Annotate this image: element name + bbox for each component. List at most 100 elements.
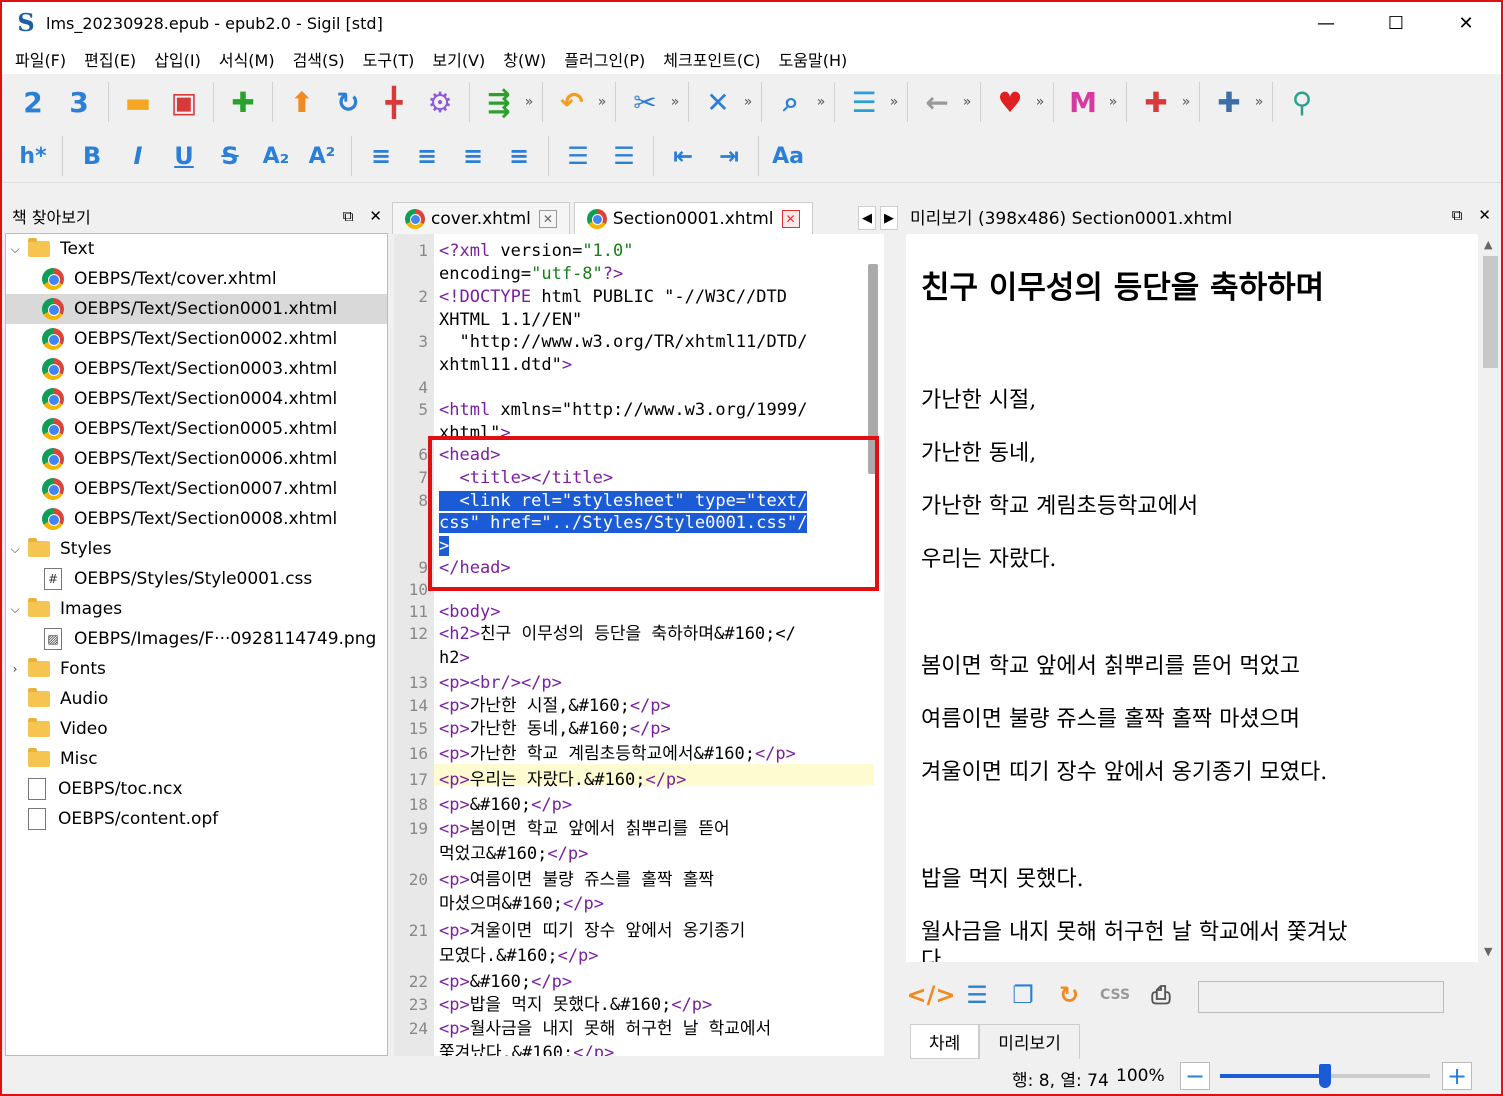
add-icon[interactable]: ✚ [220, 80, 266, 124]
tab-0[interactable]: cover.xhtml ✕ [392, 202, 570, 234]
code-line[interactable]: 쫓겨났다.&#160;</p> [439, 1042, 614, 1056]
code-line[interactable]: <h2>친구 이무성의 등단을 축하하며&#160;</ [439, 623, 796, 645]
split-icon[interactable]: ⇶ [476, 80, 522, 124]
tree-item[interactable]: OEBPS/Text/Section0007.xhtml [6, 474, 387, 504]
chevron-down-icon[interactable]: ⌵ [6, 542, 24, 557]
tree-item[interactable]: OEBPS/Text/Section0001.xhtml [6, 294, 387, 324]
refresh-icon[interactable]: ↻ [325, 80, 371, 124]
code-line[interactable]: <p><br/></p> [439, 672, 562, 694]
code-line[interactable]: "http://www.w3.org/TR/xhtml11/DTD/ [439, 331, 807, 353]
overflow-icon[interactable]: » [814, 94, 828, 110]
overflow-icon[interactable]: » [1106, 94, 1120, 110]
indent-icon[interactable]: ⇥ [706, 134, 752, 178]
numbered-list-icon[interactable]: ☰ [601, 134, 647, 178]
tree-item[interactable]: ⌵ Styles [6, 534, 387, 564]
tree-item[interactable]: OEBPS/Text/cover.xhtml [6, 264, 387, 294]
code-line[interactable]: <p>봄이면 학교 앞에서 칡뿌리를 뜯어 [439, 818, 730, 840]
menu-item-6[interactable]: 보기(V) [423, 47, 494, 71]
scissors-icon[interactable]: ✂ [622, 80, 668, 124]
save-icon[interactable]: ▣ [161, 80, 207, 124]
subscript-icon[interactable]: A₂ [253, 134, 299, 178]
chevron-down-icon[interactable]: ⌵ [6, 242, 24, 257]
align-right-icon[interactable]: ≡ [450, 134, 496, 178]
tree-item[interactable]: ⌵ Images [6, 594, 387, 624]
menu-item-9[interactable]: 체크포인트(C) [654, 47, 769, 71]
code-line[interactable]: encoding="utf-8"?> [439, 263, 623, 285]
strikethrough-icon[interactable]: S [207, 134, 253, 178]
align-left-icon[interactable]: ≡ [358, 134, 404, 178]
tree-item[interactable]: OEBPS/Text/Section0006.xhtml [6, 444, 387, 474]
overflow-icon[interactable]: » [960, 94, 974, 110]
code-line[interactable]: 마셨으며&#160;</p> [439, 893, 604, 915]
overflow-icon[interactable]: » [1252, 94, 1266, 110]
tree-item[interactable]: ▨ OEBPS/Images/F···0928114749.png [6, 624, 387, 654]
code-line[interactable]: <!DOCTYPE html PUBLIC "-//W3C//DTD [439, 286, 787, 308]
preview-inspect-field[interactable] [1198, 981, 1444, 1013]
code-line[interactable]: <p>&#160;</p> [439, 794, 572, 816]
tab-preview[interactable]: 미리보기 [979, 1024, 1080, 1059]
code-line[interactable]: XHTML 1.1//EN" [439, 309, 582, 331]
menu-item-0[interactable]: 파일(F) [6, 47, 75, 71]
code-line[interactable]: h2> [439, 647, 470, 669]
gear-icon[interactable]: ⚙ [417, 80, 463, 124]
zoom-slider-handle[interactable] [1319, 1064, 1331, 1088]
scroll-thumb[interactable] [1483, 256, 1498, 368]
scroll-up-icon[interactable]: ▲ [1484, 238, 1492, 251]
tree-item[interactable]: Audio [6, 684, 387, 714]
minimize-button[interactable]: — [1291, 2, 1361, 44]
code-line[interactable]: <p>월사금을 내지 못해 허구헌 날 학교에서 [439, 1018, 771, 1040]
chevron-down-icon[interactable]: ⌵ [6, 602, 24, 617]
code-line[interactable]: <p>가난한 동네,&#160;</p> [439, 718, 671, 740]
tree-item[interactable]: OEBPS/toc.ncx [6, 774, 387, 804]
menu-item-1[interactable]: 편집(E) [75, 47, 145, 71]
copy-icon[interactable]: ❐ [1006, 978, 1040, 1012]
tab-1[interactable]: Section0001.xhtml ✕ [573, 202, 813, 234]
search-icon[interactable]: ⌕ [768, 80, 814, 124]
underline-icon[interactable]: U [161, 134, 207, 178]
code-line[interactable]: <p>여름이면 불량 쥬스를 홀짝 홀짝 [439, 869, 714, 891]
tree-item[interactable]: OEBPS/Text/Section0008.xhtml [6, 504, 387, 534]
overflow-icon[interactable]: » [595, 94, 609, 110]
code-line[interactable]: 먹었고&#160;</p> [439, 843, 588, 865]
tree-item[interactable]: OEBPS/content.opf [6, 804, 387, 834]
tree-item[interactable]: OEBPS/Text/Section0005.xhtml [6, 414, 387, 444]
tree-item[interactable]: OEBPS/Text/Section0003.xhtml [6, 354, 387, 384]
epub3-icon[interactable]: 3 [56, 80, 102, 124]
heading-icon[interactable]: h* [10, 134, 56, 178]
plugin1-icon[interactable]: ✚ [1133, 80, 1179, 124]
tab-next-button[interactable]: ▶ [880, 206, 898, 230]
menu-item-10[interactable]: 도움말(H) [770, 47, 857, 71]
tree-item[interactable]: ⌵ Text [6, 234, 387, 264]
undock-icon[interactable]: ⧉ [343, 207, 354, 225]
menu-item-2[interactable]: 삽입(I) [145, 47, 210, 71]
tab-toc[interactable]: 차례 [910, 1024, 980, 1059]
zoom-slider[interactable] [1220, 1064, 1430, 1088]
bullet-list-icon[interactable]: ☰ [555, 134, 601, 178]
overflow-icon[interactable]: » [522, 94, 536, 110]
open-folder-icon[interactable]: ▬ [115, 80, 161, 124]
code-line[interactable]: 모였다.&#160;</p> [439, 945, 599, 967]
tree-item[interactable]: Misc [6, 744, 387, 774]
zoom-out-button[interactable]: − [1180, 1062, 1210, 1090]
menu-item-8[interactable]: 플러그인(P) [555, 47, 654, 71]
scroll-down-icon[interactable]: ▼ [1484, 945, 1492, 958]
close-tab-icon[interactable]: ✕ [538, 209, 557, 228]
tree-item[interactable]: OEBPS/Text/Section0002.xhtml [6, 324, 387, 354]
tree-item[interactable]: › Fonts [6, 654, 387, 684]
reload-icon[interactable]: ↻ [1052, 978, 1086, 1012]
m-logo-icon[interactable]: M [1060, 80, 1106, 124]
heart-icon[interactable]: ♥ [987, 80, 1033, 124]
undo-icon[interactable]: ↶ [549, 80, 595, 124]
code-line[interactable]: <p>가난한 학교 계림초등학교에서&#160;</p> [439, 743, 796, 765]
checkpoint-icon[interactable]: ⚲ [1279, 80, 1325, 124]
menu-item-7[interactable]: 창(W) [494, 47, 555, 71]
code-line[interactable]: <?xml version="1.0" [439, 240, 634, 262]
code-line[interactable]: <html xmlns="http://www.w3.org/1999/ [439, 399, 807, 421]
superscript-icon[interactable]: A² [299, 134, 345, 178]
overflow-icon[interactable]: » [887, 94, 901, 110]
tree-item[interactable]: Video [6, 714, 387, 744]
inspect-icon[interactable]: ☰ [960, 978, 994, 1012]
chevron-right-icon[interactable]: › [6, 662, 24, 676]
italic-icon[interactable]: I [115, 134, 161, 178]
align-center-icon[interactable]: ≡ [404, 134, 450, 178]
